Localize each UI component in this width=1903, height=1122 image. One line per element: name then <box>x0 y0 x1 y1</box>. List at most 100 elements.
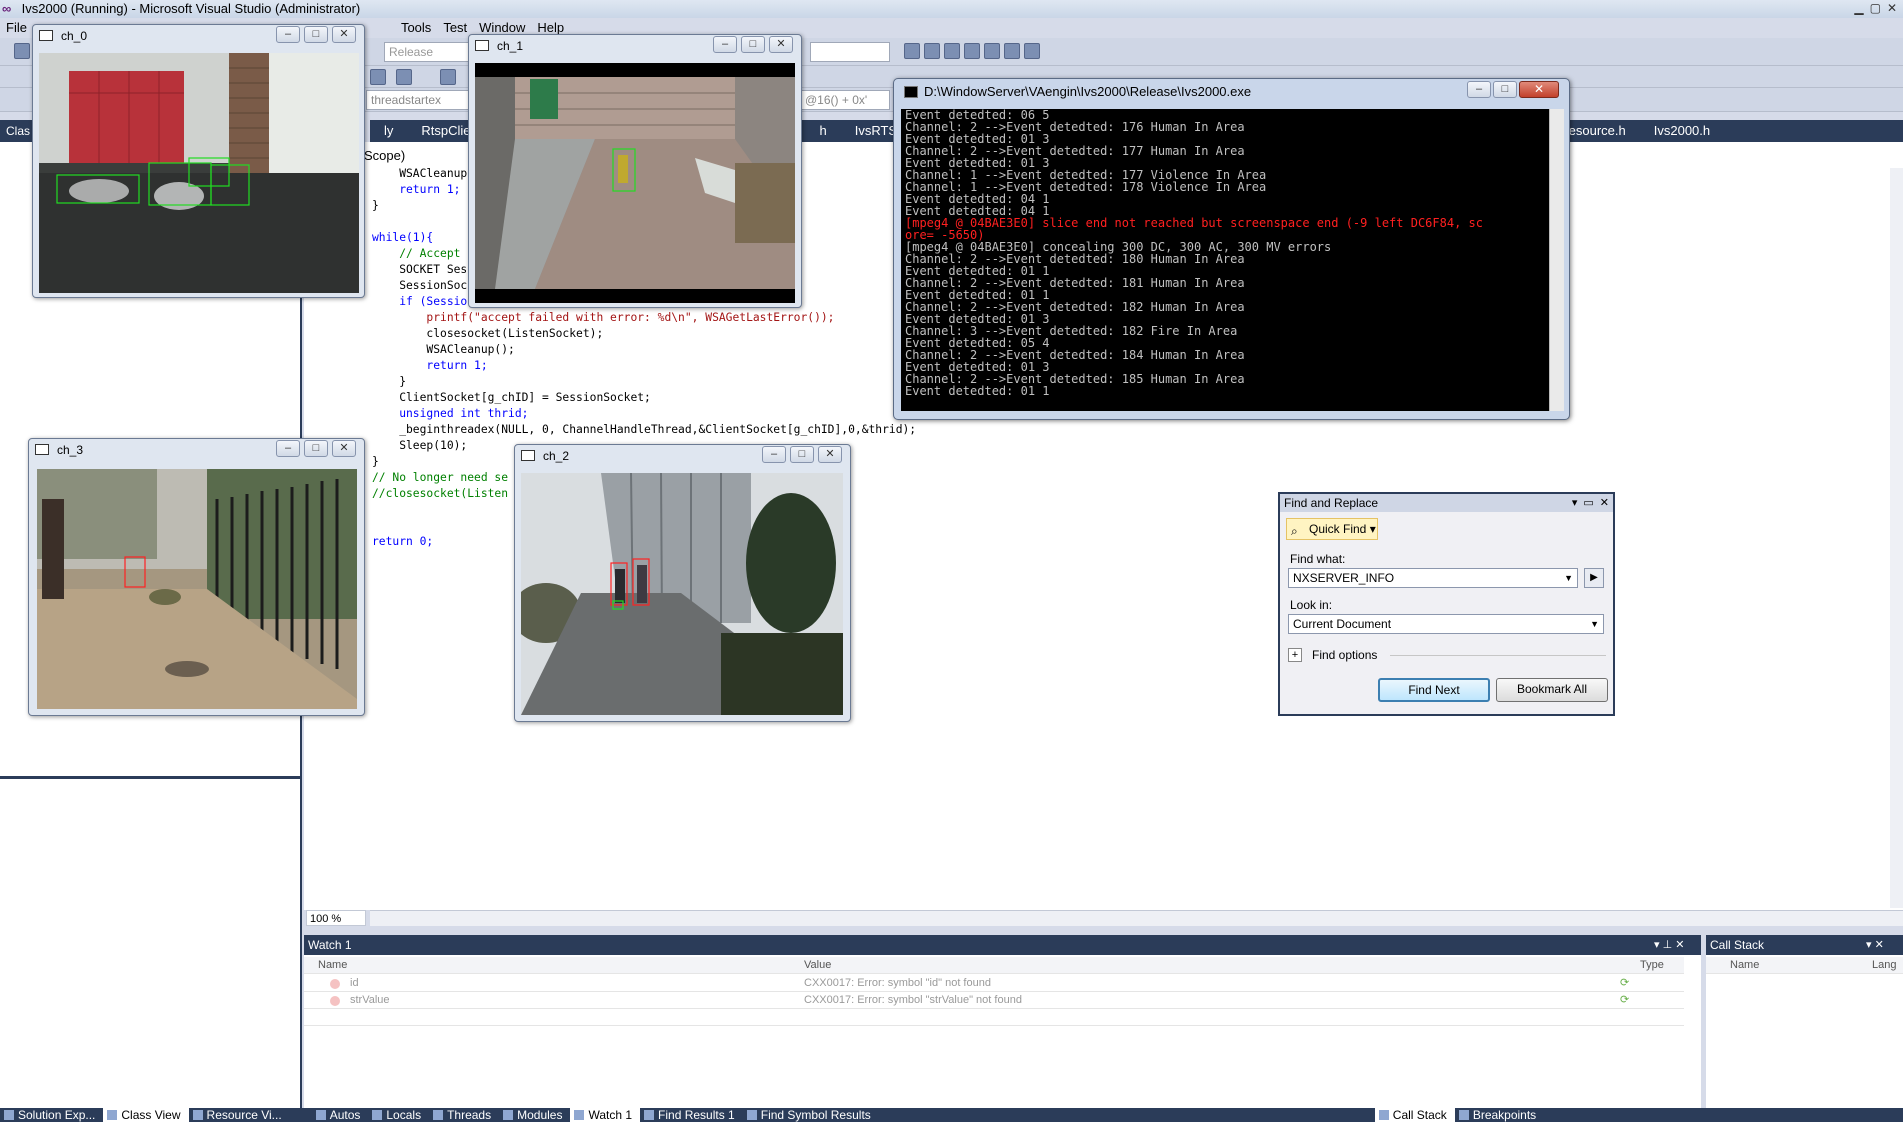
find-icon[interactable] <box>904 43 920 59</box>
maximize-button[interactable]: □ <box>304 440 328 457</box>
video-frame-ch3 <box>37 469 357 709</box>
maximize-button[interactable]: □ <box>1493 81 1517 98</box>
find-options-label[interactable]: Find options <box>1312 648 1377 662</box>
maximize-button[interactable]: □ <box>741 36 765 53</box>
console-line: Event detedted: 01 1 <box>905 384 1050 398</box>
minimize-button[interactable]: – <box>713 36 737 53</box>
tool-tab-find-results-1[interactable]: Find Results 1 <box>640 1108 743 1122</box>
maximize-button[interactable]: □ <box>790 446 814 463</box>
platform-combo[interactable] <box>810 42 890 62</box>
close-button[interactable]: ✕ <box>1519 81 1559 98</box>
command-icon[interactable] <box>1024 43 1040 59</box>
camera-image <box>37 469 357 709</box>
document-tab[interactable]: h <box>805 120 840 142</box>
zoom-combo[interactable]: 100 % <box>306 910 366 926</box>
tool-tab-breakpoints[interactable]: Breakpoints <box>1455 1108 1544 1122</box>
chevron-down-icon[interactable]: ▼ <box>1564 569 1573 587</box>
console-window[interactable]: D:\WindowServer\VAengin\Ivs2000\Release\… <box>893 78 1570 420</box>
video-frame-ch1 <box>475 63 795 303</box>
step-icon[interactable] <box>370 69 386 85</box>
close-icon[interactable]: ✕ <box>1887 0 1897 17</box>
menu-item-file[interactable]: File <box>6 18 27 38</box>
watch-row[interactable]: id CXX0017: Error: symbol "id" not found… <box>304 975 1684 992</box>
tool-tab-autos[interactable]: Autos <box>312 1108 369 1122</box>
code-line: closesocket(ListenSocket); <box>372 327 604 340</box>
expand-icon[interactable]: + <box>1288 648 1302 662</box>
watch-row-value: CXX0017: Error: symbol "id" not found <box>804 977 991 989</box>
code-line: } <box>372 375 407 388</box>
document-tab[interactable]: Ivs2000.h <box>1640 120 1724 142</box>
tool-tab-locals[interactable]: Locals <box>368 1108 429 1122</box>
window-ch0[interactable]: ch_0 – □ ✕ <box>32 24 365 298</box>
find-next-button[interactable]: Find Next <box>1378 678 1490 702</box>
maximize-icon[interactable]: ▢ <box>1870 0 1881 17</box>
editor-horizontal-scrollbar[interactable] <box>370 910 1903 926</box>
watch-row-name: strValue <box>350 994 390 1006</box>
window-ch2[interactable]: ch_2 – □ ✕ <box>514 444 851 722</box>
continue-icon[interactable] <box>440 69 456 85</box>
window-ch1[interactable]: ch_1 – □ ✕ <box>468 34 802 308</box>
close-button[interactable]: ✕ <box>332 440 356 457</box>
tool-tab-class-view[interactable]: Class View <box>103 1108 189 1122</box>
tool-tab-call-stack[interactable]: Call Stack <box>1374 1108 1455 1122</box>
close-button[interactable]: ✕ <box>769 36 793 53</box>
watch-empty-row[interactable] <box>304 1009 1684 1026</box>
minimize-button[interactable]: – <box>762 446 786 463</box>
expression-builder-icon[interactable]: ▶ <box>1584 568 1604 588</box>
refresh-icon[interactable]: ⟳ <box>1620 992 1629 1009</box>
error-icon <box>330 996 340 1006</box>
menu-item-test[interactable]: Test <box>443 18 467 38</box>
properties-icon[interactable] <box>924 43 940 59</box>
pin-icon[interactable]: ▭ <box>1583 494 1593 512</box>
maximize-button[interactable]: □ <box>304 26 328 43</box>
stack-frame-combo[interactable]: @16() + 0x' <box>800 90 890 110</box>
watch-row[interactable]: strValue CXX0017: Error: symbol "strValu… <box>304 992 1684 1009</box>
vs-title-bar: ∞ Ivs2000 (Running) - Microsoft Visual S… <box>0 0 1903 18</box>
tool-tab-find-symbol-results[interactable]: Find Symbol Results <box>743 1108 879 1122</box>
config-combo[interactable]: Release <box>384 42 470 62</box>
toolbar-icon[interactable] <box>14 43 30 59</box>
dropdown-icon[interactable]: ▾ <box>1572 494 1578 512</box>
close-button[interactable]: ✕ <box>332 26 356 43</box>
tool-tab-resource-vi[interactable]: Resource Vi... <box>189 1108 290 1122</box>
watch-panel-buttons[interactable]: ▾ ⊥ ✕ <box>1654 935 1684 955</box>
document-tab[interactable]: ly <box>370 120 407 142</box>
object-browser-icon[interactable] <box>944 43 960 59</box>
extension-icon[interactable] <box>1004 43 1020 59</box>
minimize-button[interactable]: – <box>1467 81 1491 98</box>
call-stack-panel-buttons[interactable]: ▾ ✕ <box>1866 935 1884 955</box>
find-what-label: Find what: <box>1290 552 1346 566</box>
vs-window-buttons: ▁ ▢ ✕ <box>1854 0 1897 17</box>
tool-tab-solution-exp[interactable]: Solution Exp... <box>0 1108 103 1122</box>
tools-icon[interactable] <box>984 43 1000 59</box>
video-frame-ch0 <box>39 53 359 293</box>
toolbox-icon[interactable] <box>964 43 980 59</box>
minimize-button[interactable]: – <box>276 26 300 43</box>
panel-splitter[interactable] <box>0 776 300 779</box>
error-icon <box>330 979 340 989</box>
watch-header-row: Name Value Type <box>304 957 1684 974</box>
vs-title-text: Ivs2000 (Running) - Microsoft Visual Stu… <box>21 1 361 16</box>
close-button[interactable]: ✕ <box>818 446 842 463</box>
window-ch3[interactable]: ch_3 – □ ✕ <box>28 438 365 716</box>
minimize-icon[interactable]: ▁ <box>1854 0 1863 17</box>
close-icon[interactable]: ✕ <box>1600 494 1609 512</box>
look-in-select[interactable]: Current Document ▼ <box>1288 614 1604 634</box>
col-name: Name <box>1730 959 1760 971</box>
scope-label: Scope) <box>364 148 406 163</box>
tool-tab-threads[interactable]: Threads <box>429 1108 499 1122</box>
console-scrollbar[interactable] <box>1549 109 1564 411</box>
minimize-button[interactable]: – <box>276 440 300 457</box>
tool-tab-modules[interactable]: Modules <box>499 1108 570 1122</box>
menu-item-tools[interactable]: Tools <box>401 18 431 38</box>
code-line: _beginthreadex(NULL, 0, ChannelHandleThr… <box>372 423 917 436</box>
debug-icon[interactable] <box>396 69 412 85</box>
refresh-icon[interactable]: ⟳ <box>1620 975 1629 992</box>
find-what-input[interactable]: NXSERVER_INFO ▼ <box>1288 568 1578 588</box>
thread-combo[interactable]: threadstartex <box>366 90 476 110</box>
chevron-down-icon[interactable]: ▼ <box>1590 615 1599 633</box>
editor-vertical-scrollbar[interactable] <box>1890 168 1903 908</box>
bookmark-all-button[interactable]: Bookmark All <box>1496 678 1608 702</box>
quick-find-button[interactable]: ⌕ Quick Find ▾ <box>1286 518 1378 540</box>
tool-tab-watch-1[interactable]: Watch 1 <box>570 1108 641 1122</box>
